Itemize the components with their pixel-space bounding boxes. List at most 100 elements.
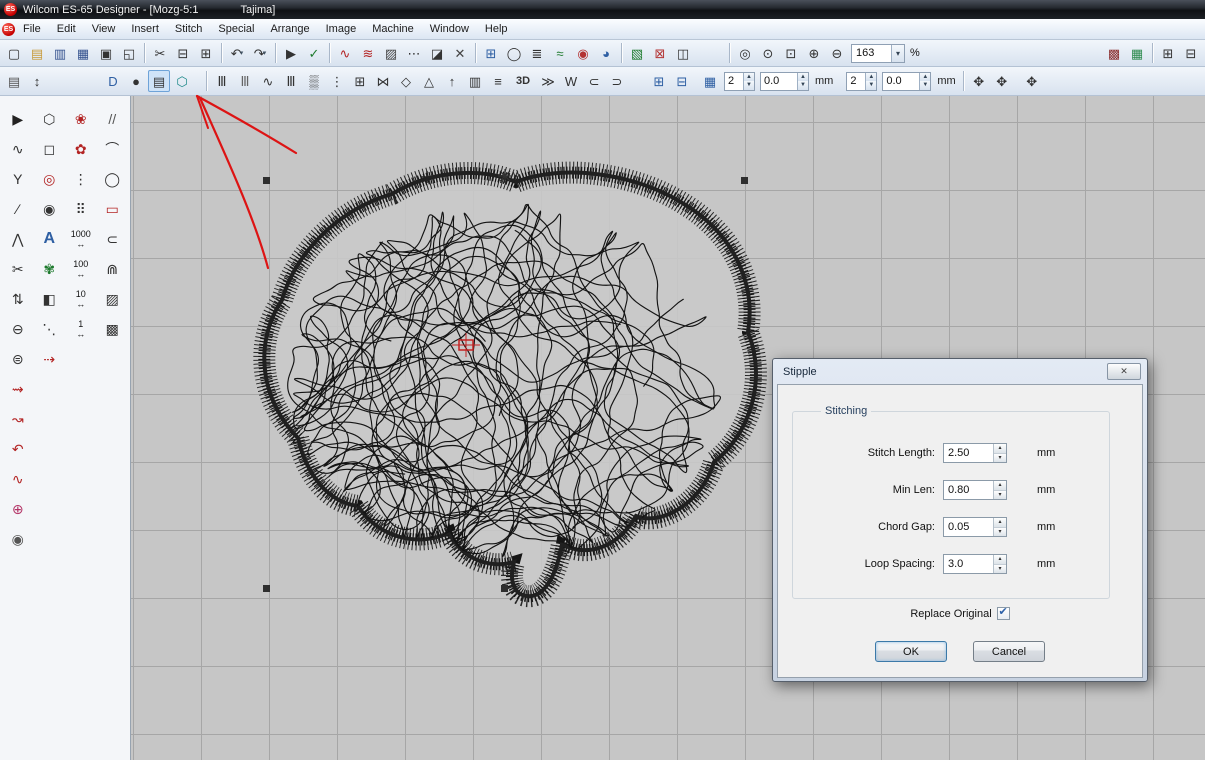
gradient-fill-button[interactable]: ≡	[487, 70, 509, 92]
ring-tool-button[interactable]: ◉	[37, 197, 61, 221]
cancel-button[interactable]: Cancel	[973, 641, 1045, 662]
move-partial-button[interactable]: ✥	[1021, 70, 1043, 92]
ring-b-button[interactable]: ⊜	[6, 347, 30, 371]
loop-spacing-spinner[interactable]: ▴▾	[993, 555, 1006, 573]
dots-b-button[interactable]: ⋱	[37, 317, 61, 341]
spinner-down-icon[interactable]: ▼	[798, 81, 808, 90]
hoop-button[interactable]: ◯	[503, 42, 525, 64]
branch-tool-button[interactable]: Y	[6, 167, 30, 191]
zoom-button[interactable]: ⊙	[757, 42, 779, 64]
zigzag-tool-button[interactable]: ⋀	[6, 227, 30, 251]
spinner-up-icon[interactable]: ▴	[994, 518, 1006, 528]
satin-b-button[interactable]: Ⅲ	[234, 70, 256, 92]
tatami-2-button[interactable]: ▒	[303, 70, 325, 92]
selection-handle-bottom-left[interactable]	[263, 585, 270, 592]
grid-major-y-spinner[interactable]: 2▲▼	[846, 72, 877, 91]
penetrations-tool-button[interactable]: ⋮	[69, 167, 93, 191]
flexi-split-button[interactable]: ⋈	[372, 70, 394, 92]
satin-a-button[interactable]: Ⅲ	[211, 70, 233, 92]
lettering-tool-button[interactable]: A	[37, 227, 61, 251]
grid-snap-button[interactable]: ⊟	[671, 70, 693, 92]
half-tool-button[interactable]: ◧	[37, 287, 61, 311]
outline-design-button[interactable]: D	[102, 70, 124, 92]
spinner-up-icon[interactable]: ▴	[994, 555, 1006, 565]
ruler-button[interactable]: ≣	[526, 42, 548, 64]
dialog-close-button[interactable]: ✕	[1107, 363, 1141, 380]
library-button[interactable]: ⊞	[1157, 42, 1179, 64]
selection-handle-top-right[interactable]	[741, 177, 748, 184]
cut-button[interactable]: ✂	[149, 42, 171, 64]
ok-button[interactable]: OK	[875, 641, 947, 662]
shoe-tool-button[interactable]: ⊂	[100, 227, 124, 251]
menu-window[interactable]: Window	[422, 21, 477, 37]
stitch-length-spinner[interactable]: ▴▾	[993, 444, 1006, 462]
zoom-out-button[interactable]: ⊖	[826, 42, 848, 64]
open-button[interactable]: ▤	[26, 42, 48, 64]
menu-arrange[interactable]: Arrange	[262, 21, 317, 37]
density-1-button[interactable]: 1↔	[76, 320, 85, 339]
spinner-down-icon[interactable]: ▾	[994, 528, 1006, 537]
undo-button[interactable]: ↶▾	[226, 42, 248, 64]
thread-colors-button[interactable]: ◕	[595, 42, 617, 64]
wave-b-button[interactable]: ∿	[6, 467, 30, 491]
shape-tool-button[interactable]: ◻	[37, 137, 61, 161]
stipple-button[interactable]: ▤	[148, 70, 170, 92]
star-fill-button[interactable]: △	[418, 70, 440, 92]
save-button[interactable]: ▥	[49, 42, 71, 64]
spinner-down-icon[interactable]: ▾	[994, 491, 1006, 500]
target-tool-button[interactable]: ◎	[37, 167, 61, 191]
menu-machine[interactable]: Machine	[364, 21, 422, 37]
jagged-button[interactable]: W	[560, 70, 582, 92]
redo-button[interactable]: ↷▾	[249, 42, 271, 64]
paste-button[interactable]: ⊞	[195, 42, 217, 64]
min-len-input[interactable]: 0.80 ▴▾	[943, 480, 1007, 500]
menu-help[interactable]: Help	[477, 21, 516, 37]
flower-c-button[interactable]: ✾	[37, 257, 61, 281]
menu-image[interactable]: Image	[318, 21, 365, 37]
menu-stitch[interactable]: Stitch	[167, 21, 211, 37]
curve-button[interactable]: ≈	[549, 42, 571, 64]
chord-gap-spinner[interactable]: ▴▾	[993, 518, 1006, 536]
stitch-length-input[interactable]: 2.50 ▴▾	[943, 443, 1007, 463]
reshape-tool-button[interactable]: ⬡	[37, 107, 61, 131]
tatami-button[interactable]: ▨	[380, 42, 402, 64]
density-1000-button[interactable]: 1000↔	[71, 230, 91, 249]
scissors-tool-button[interactable]: ✂	[6, 257, 30, 281]
loop-spacing-input[interactable]: 3.0 ▴▾	[943, 554, 1007, 574]
guides-button[interactable]: ▦	[699, 70, 721, 92]
print-button[interactable]: ▣	[95, 42, 117, 64]
spinner-down-icon[interactable]: ▾	[994, 565, 1006, 574]
contour-button[interactable]: ◇	[395, 70, 417, 92]
flower-a-button[interactable]: ❀	[69, 107, 93, 131]
curve-arrow-button[interactable]: ↶	[6, 437, 30, 461]
selection-handle-top-left[interactable]	[263, 177, 270, 184]
zig-arrow-button[interactable]: ↝	[6, 407, 30, 431]
program-split-button[interactable]: ⊞	[349, 70, 371, 92]
density-10-button[interactable]: 10↔	[76, 290, 86, 309]
zoom-level-combobox[interactable]: 163 ▾	[851, 44, 905, 63]
select-tool-button[interactable]: ▶	[6, 107, 30, 131]
spinner-up-icon[interactable]: ▲	[866, 73, 876, 82]
spinner-up-icon[interactable]: ▲	[798, 73, 808, 82]
trapunto-button[interactable]: ≫	[537, 70, 559, 92]
dots-tool-button[interactable]: ⠿	[69, 197, 93, 221]
ellipse-tool-button[interactable]: ◯	[100, 167, 124, 191]
spinner-down-icon[interactable]: ▼	[920, 81, 930, 90]
new-button[interactable]: ▢	[3, 42, 25, 64]
spinner-up-icon[interactable]: ▲	[744, 73, 754, 82]
menu-view[interactable]: View	[84, 21, 124, 37]
copy-button[interactable]: ⊟	[172, 42, 194, 64]
zoom-1-1-button[interactable]: ◎	[734, 42, 756, 64]
pattern-b-button[interactable]: ▩	[100, 317, 124, 341]
spinner-up-icon[interactable]: ▴	[994, 444, 1006, 454]
menu-insert[interactable]: Insert	[123, 21, 167, 37]
dropdown-icon[interactable]: ▾	[240, 50, 244, 57]
bullseye-button[interactable]: ◉	[6, 527, 30, 551]
save-all-button[interactable]: ▦	[72, 42, 94, 64]
panel-button[interactable]: ◫	[672, 42, 694, 64]
color-wheel-button[interactable]: ◉	[572, 42, 594, 64]
dropdown-icon[interactable]: ▾	[263, 50, 267, 57]
stipple-outline-button[interactable]: ⬡	[171, 70, 193, 92]
cross-stitch-button[interactable]: ✕	[449, 42, 471, 64]
spinner-up-icon[interactable]: ▲	[920, 73, 930, 82]
